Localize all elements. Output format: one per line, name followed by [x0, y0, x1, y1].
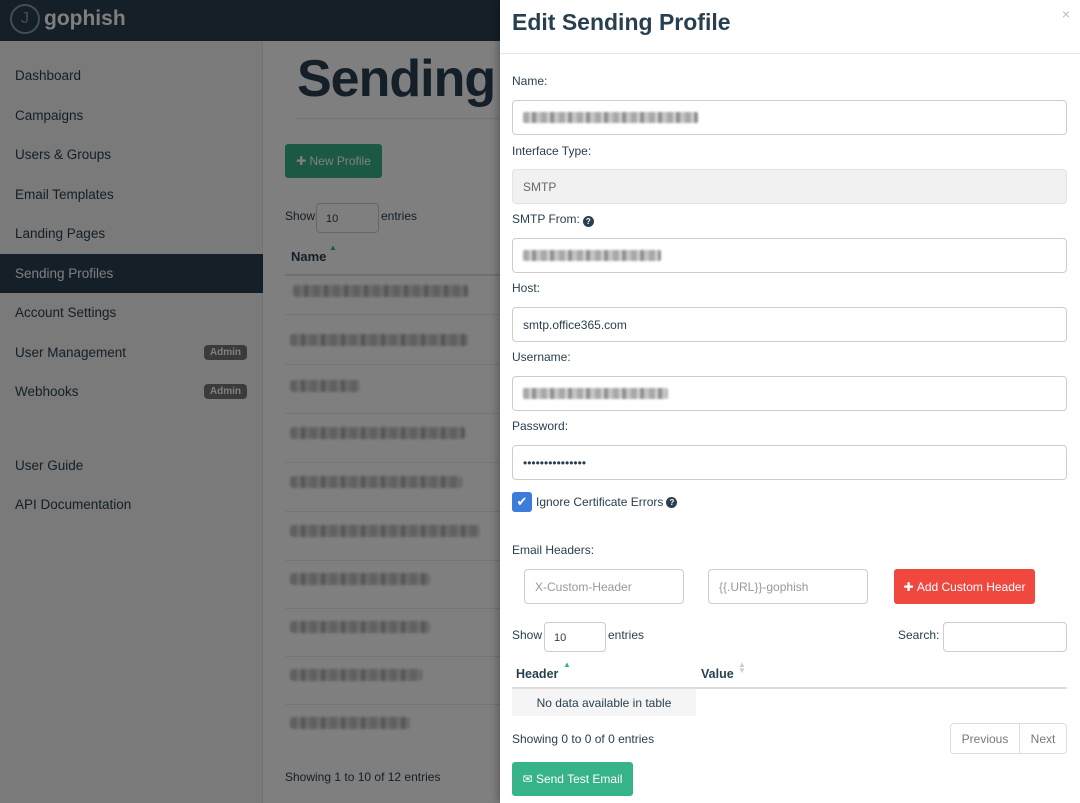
sort-icon: ▲ ▼ — [738, 660, 746, 675]
header-column-header[interactable]: Header — [516, 667, 558, 681]
question-circle-icon[interactable]: ? — [666, 496, 678, 508]
empty-table-message: No data available in table — [512, 689, 696, 716]
custom-header-input[interactable]: X-Custom-Header — [524, 569, 684, 604]
smtp-from-label: SMTP From:? — [512, 212, 594, 227]
redacted-value — [523, 388, 668, 399]
modal-header: Edit Sending Profile × — [500, 0, 1080, 54]
close-icon[interactable]: × — [1062, 6, 1070, 22]
ignore-certificate-errors[interactable]: ✔ Ignore Certificate Errors ? — [512, 492, 678, 512]
name-label: Name: — [512, 74, 548, 88]
search-label: Search: — [898, 628, 940, 642]
redacted-value — [523, 112, 698, 123]
table-info: Showing 0 to 0 of 0 entries — [512, 732, 655, 746]
host-label: Host: — [512, 281, 541, 295]
redacted-value — [523, 250, 661, 261]
send-test-email-button[interactable]: ✉ Send Test Email — [512, 762, 633, 796]
send-test-email-label: Send Test Email — [535, 772, 623, 786]
sort-asc-icon: ▲ — [563, 660, 571, 669]
username-label: Username: — [512, 350, 571, 364]
interface-type-label: Interface Type: — [512, 144, 592, 158]
ignore-certificate-label: Ignore Certificate Errors — [536, 495, 664, 509]
modal-title: Edit Sending Profile — [512, 9, 731, 35]
entries-label: entries — [608, 628, 645, 642]
envelope-icon: ✉ — [522, 772, 536, 786]
interface-type-field: SMTP — [512, 169, 1067, 204]
question-circle-icon[interactable]: ? — [582, 216, 594, 227]
value-column-header[interactable]: Value — [701, 667, 734, 681]
plus-icon: ✚ — [903, 579, 917, 594]
next-page-button[interactable]: Next — [1020, 724, 1066, 753]
edit-sending-profile-modal: Edit Sending Profile × Name: Interface T… — [500, 0, 1080, 803]
page-size-select[interactable]: 10 — [544, 622, 606, 652]
add-custom-header-label: Add Custom Header — [916, 579, 1026, 594]
pagination: Previous Next — [950, 723, 1067, 754]
previous-page-button[interactable]: Previous — [951, 724, 1020, 753]
search-input[interactable] — [943, 622, 1067, 652]
header-value-input[interactable]: {{.URL}}-gophish — [708, 569, 868, 604]
password-field[interactable]: ••••••••••••••• — [512, 445, 1067, 480]
smtp-from-text: SMTP From: — [512, 212, 580, 226]
name-field[interactable] — [512, 100, 1067, 135]
smtp-from-field[interactable] — [512, 238, 1067, 273]
email-headers-label: Email Headers: — [512, 543, 595, 557]
password-label: Password: — [512, 419, 569, 433]
checkbox-checked-icon[interactable]: ✔ — [512, 492, 532, 512]
host-field[interactable]: smtp.office365.com — [512, 307, 1067, 342]
username-field[interactable] — [512, 376, 1067, 411]
show-label: Show — [512, 628, 543, 642]
add-custom-header-button[interactable]: ✚ Add Custom Header — [894, 569, 1035, 604]
